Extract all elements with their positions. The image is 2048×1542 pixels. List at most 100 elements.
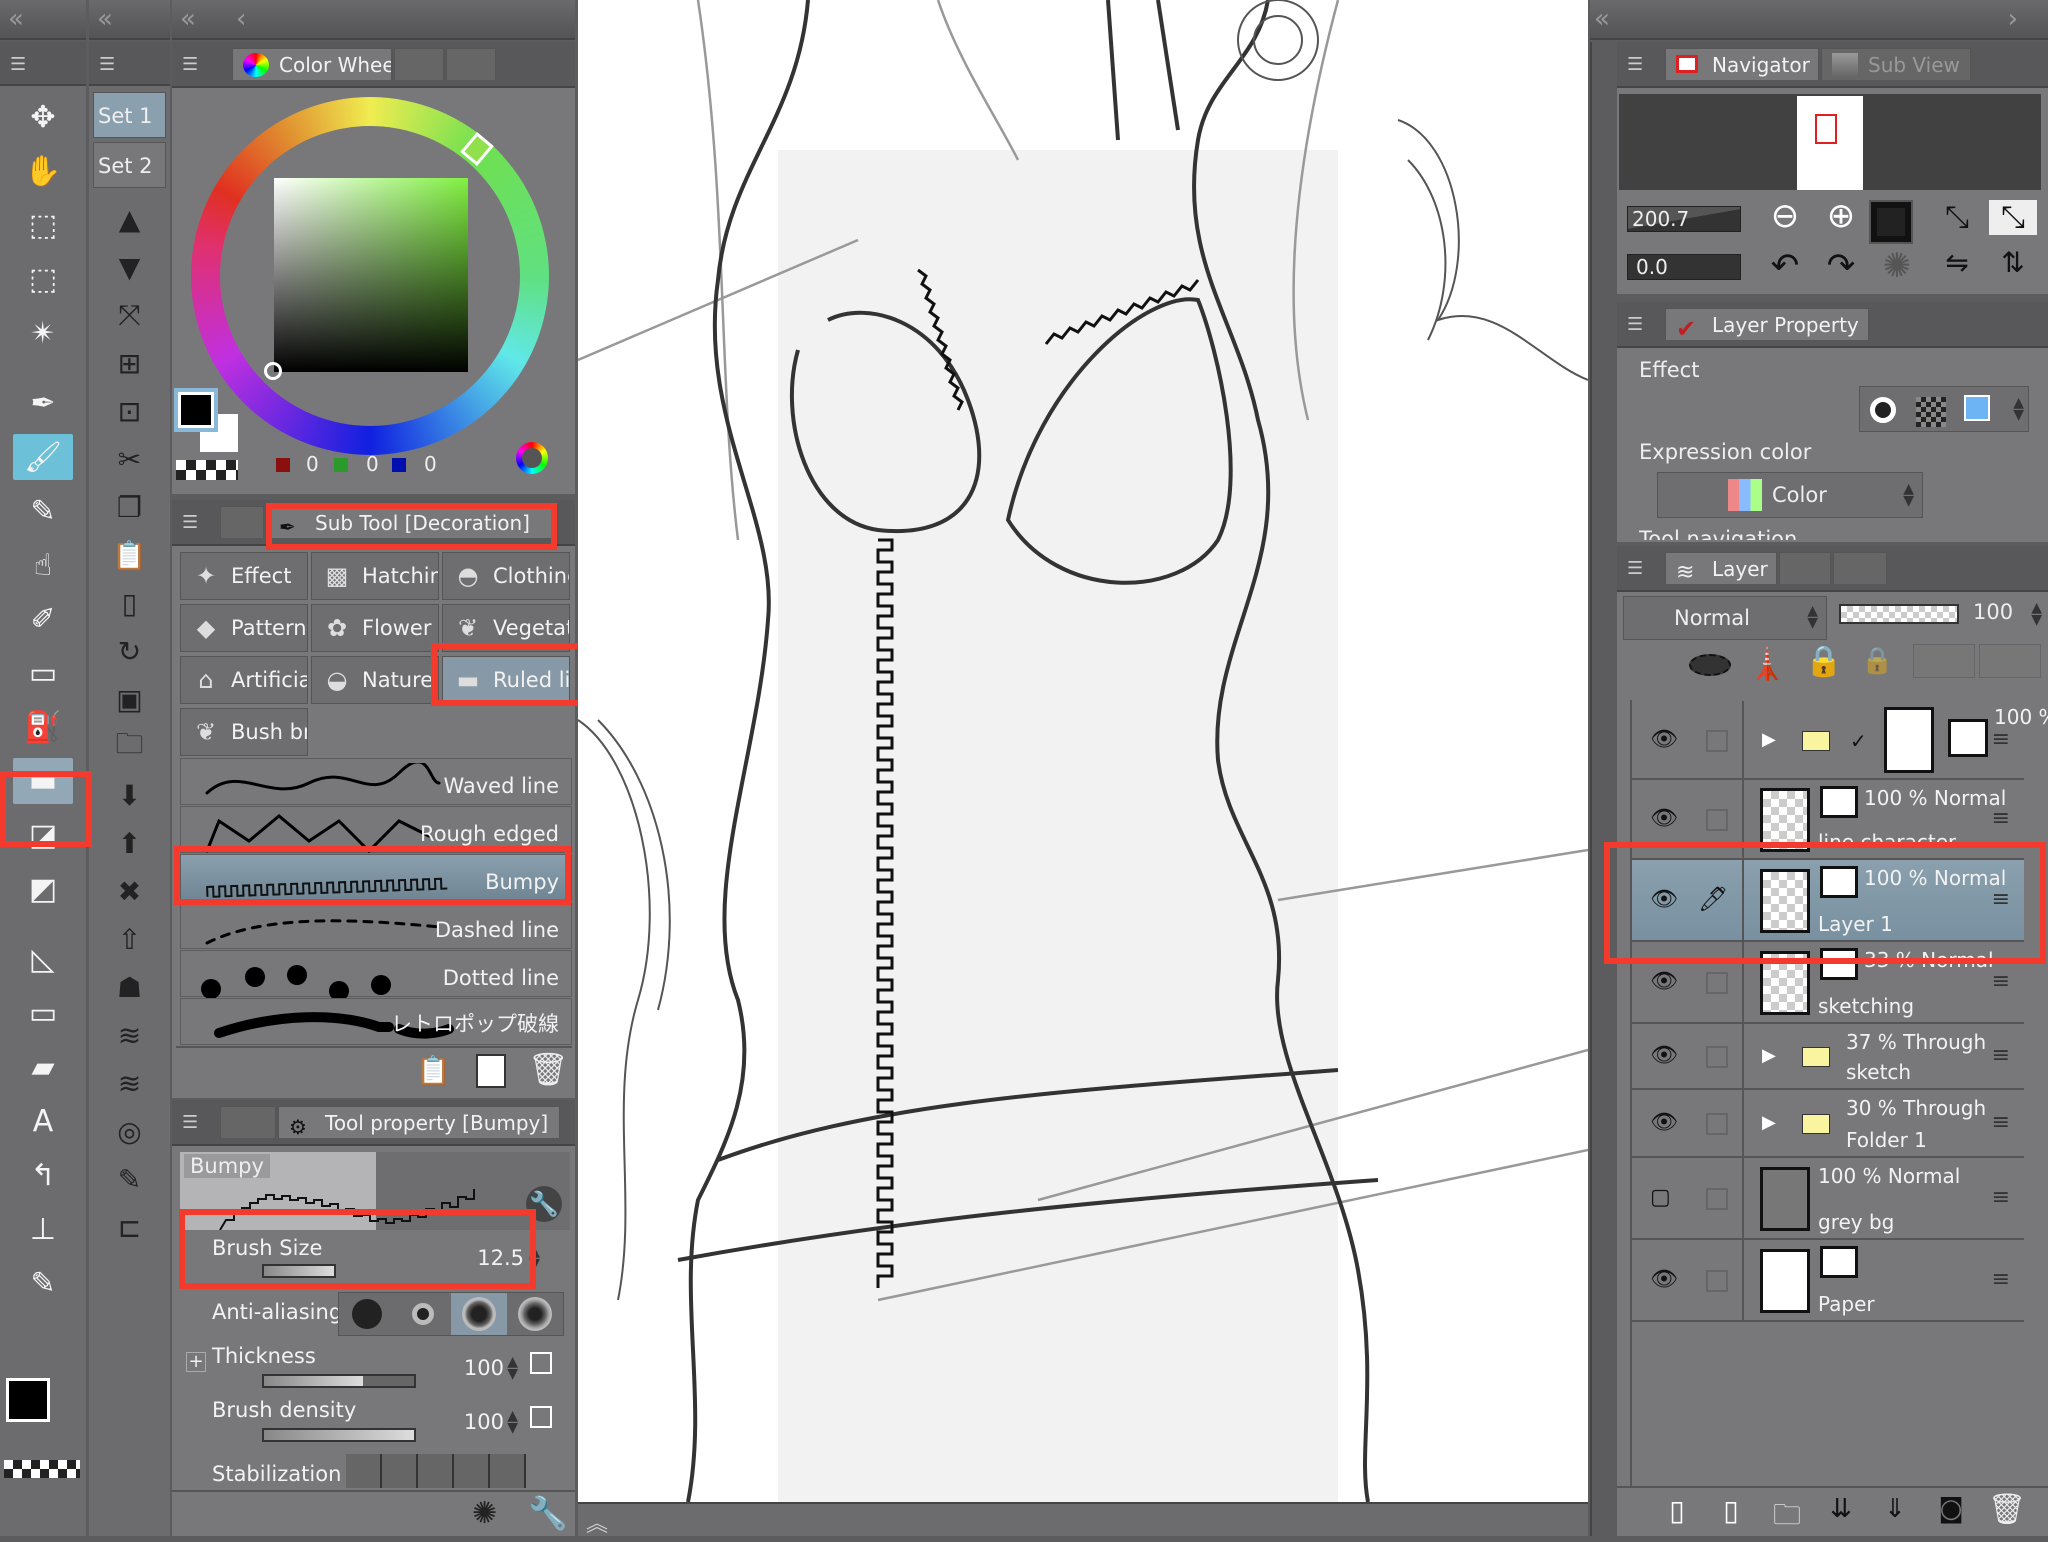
new-vector-layer-icon[interactable]: ▯ xyxy=(1707,1494,1755,1527)
sub-tool-group-bush-brush[interactable]: ❦ Bush brush xyxy=(180,708,308,756)
drag-handle-icon[interactable]: ≡ xyxy=(1992,969,2010,994)
new-raster-layer-icon[interactable]: ▯ xyxy=(1653,1494,1701,1527)
airbrush-icon[interactable]: ✎ xyxy=(13,488,73,534)
pressure-toggle[interactable] xyxy=(530,1406,552,1428)
stabilization-levels[interactable] xyxy=(346,1454,526,1488)
brush-density-row[interactable]: Brush density 100 ▲ ▼ xyxy=(180,1396,552,1448)
menu-icon[interactable]: ☰ xyxy=(182,512,198,533)
copy-sub-tool-icon[interactable]: 📋 xyxy=(416,1054,451,1087)
sub-tool-waved-line[interactable]: Waved line xyxy=(180,758,572,805)
zoom-value[interactable]: 200.7 xyxy=(1632,207,1689,231)
ruler-toggle-button[interactable] xyxy=(1979,644,2041,678)
mask-toggle-button[interactable] xyxy=(1913,644,1975,678)
collapse-icon[interactable]: « xyxy=(1594,4,1610,34)
sub-tool-group-ruled-line[interactable]: ▬ Ruled line xyxy=(442,656,570,704)
distort-icon[interactable]: ⊡ xyxy=(100,388,160,434)
layer-row[interactable]: ▢ 100 % Normal grey bg ≡ xyxy=(1632,1158,2024,1240)
flip-vertical-icon[interactable]: ⇅ xyxy=(1989,246,2037,279)
trash-icon[interactable]: 🗑 xyxy=(1983,1492,2031,1527)
fit-to-screen-icon[interactable]: ⤡ xyxy=(1933,200,1981,235)
spiral-icon[interactable]: ◎ xyxy=(100,1108,160,1154)
menu-icon[interactable]: ☰ xyxy=(1627,54,1643,75)
lock-icon[interactable]: 🔒 xyxy=(1805,644,1842,679)
layer-row[interactable]: 👁 Paper ≡ xyxy=(1632,1240,2024,1322)
spinner-icon[interactable]: ▲ ▼ xyxy=(2013,396,2024,422)
sub-tool-group-pattern[interactable]: ◆ Pattern xyxy=(180,604,308,652)
layer-row[interactable]: 👁 ▶ ✓ 100 %≡ xyxy=(1632,701,2048,780)
ruler-icon[interactable]: ◺ xyxy=(13,936,73,982)
transform-icon[interactable]: ⤧ xyxy=(100,292,160,338)
expand-plus-icon[interactable]: + xyxy=(186,1352,206,1372)
layer-select-checkbox[interactable] xyxy=(1706,1113,1728,1135)
new-sub-tool-icon[interactable] xyxy=(476,1054,506,1088)
rotate-left-icon[interactable]: ↶ xyxy=(1761,246,1809,286)
thickness-value[interactable]: 100 xyxy=(464,1356,504,1380)
layer-row[interactable]: 👁 33 % Normal sketching ≡ xyxy=(1632,942,2024,1024)
tab-layer-property[interactable]: ✔ Layer Property xyxy=(1665,308,1869,340)
spinner-icon[interactable]: ▲ ▼ xyxy=(507,1409,518,1435)
open-folder-icon[interactable]: 🗀 xyxy=(100,724,160,770)
eye-icon[interactable]: 👁 xyxy=(1650,887,1678,912)
eye-icon[interactable]: 👁 xyxy=(1650,806,1678,831)
move-icon[interactable]: ✥ xyxy=(13,94,73,140)
main-color-swatch[interactable] xyxy=(174,388,218,432)
tab-navigator[interactable]: Navigator xyxy=(1665,48,1819,80)
snap-icon[interactable]: ⊏ xyxy=(100,1204,160,1250)
opacity-slider[interactable] xyxy=(1839,604,1959,624)
open-file-icon[interactable]: ↻ xyxy=(100,628,160,674)
eye-icon[interactable]: 👁 xyxy=(1650,1110,1678,1135)
tab-sub-view[interactable]: Sub View xyxy=(1821,48,1971,80)
color-marker[interactable] xyxy=(264,362,282,380)
layer-row[interactable]: 👁 ▶ 37 % Through sketch ≡ xyxy=(1632,1024,2024,1090)
eraser2-icon[interactable]: ◪ xyxy=(13,812,73,858)
mesh-icon[interactable]: ⊞ xyxy=(100,340,160,386)
sub-tool-group-nature[interactable]: ◒ Nature xyxy=(311,656,439,704)
sub-tool-retro-pop-dashed[interactable]: レトロポップ破線 xyxy=(180,998,572,1045)
menu-icon[interactable]: ☰ xyxy=(1627,558,1643,579)
layer-select-checkbox[interactable] xyxy=(1706,1270,1728,1292)
sub-tool-group-hatching[interactable]: ▩ Hatching xyxy=(311,552,439,600)
canvas[interactable] xyxy=(578,0,1588,1502)
new-folder-icon[interactable]: 🗀 xyxy=(1763,1494,1811,1542)
reference-layer-icon[interactable]: 🗼 xyxy=(1747,644,1787,682)
eyedropper-icon[interactable]: ⊥ xyxy=(13,1206,73,1252)
eye-icon[interactable]: 👁 xyxy=(1650,727,1678,752)
color-mode-icon[interactable] xyxy=(516,442,548,474)
pen-icon[interactable]: ✒ xyxy=(13,380,73,426)
drag-handle-icon[interactable]: ≡ xyxy=(1992,887,2010,912)
pressure-toggle[interactable] xyxy=(530,1352,552,1374)
fit-navigator-icon[interactable]: ⤡ xyxy=(1989,200,2037,235)
layers-icon[interactable]: ≋ xyxy=(100,1012,160,1058)
text-icon[interactable]: A xyxy=(13,1098,73,1144)
actual-size-icon[interactable] xyxy=(1869,200,1913,244)
brush-size-value[interactable]: 12.5 xyxy=(477,1246,524,1270)
expand-arrow-icon[interactable]: ▶ xyxy=(1762,1112,1776,1133)
sub-tool-rough-edged[interactable]: Rough edged xyxy=(180,806,572,854)
pipette-icon[interactable]: ✎ xyxy=(13,1260,73,1306)
zoom-in-icon[interactable]: ⊕ xyxy=(1817,196,1865,236)
layer-row[interactable]: 👁 100 % Normal line character ≡ xyxy=(1632,780,2024,860)
zoom-out-icon[interactable]: ⊖ xyxy=(1761,196,1809,236)
mask-icon[interactable]: ◙ xyxy=(1927,1494,1975,1524)
object-select-icon[interactable]: ⬚ xyxy=(13,202,73,248)
reset-icon[interactable]: ✺ xyxy=(472,1496,497,1531)
sub-tool-dashed-line[interactable]: Dashed line xyxy=(180,902,572,949)
menu-icon[interactable]: ☰ xyxy=(182,1112,198,1133)
hand-icon[interactable]: ✋ xyxy=(13,148,73,194)
eye-icon[interactable]: 👁 xyxy=(1650,1267,1678,1292)
eraser-icon[interactable]: ▭ xyxy=(13,650,73,696)
sub-tool-dotted-line[interactable]: Dotted line xyxy=(180,950,572,999)
aa-weak-option[interactable] xyxy=(395,1293,451,1335)
clip-layer-icon[interactable] xyxy=(1689,654,1731,676)
wrench-icon[interactable]: 🔧 xyxy=(526,1186,562,1222)
main-color-swatch[interactable] xyxy=(6,1378,50,1422)
drag-handle-icon[interactable]: ≡ xyxy=(1992,1185,2010,1210)
set-2-tab[interactable]: Set 2 xyxy=(93,142,166,188)
view-area-frame[interactable] xyxy=(1815,114,1837,144)
lock-transparency-icon[interactable]: 🔒 xyxy=(1861,646,1893,676)
menu-icon[interactable]: ☰ xyxy=(10,54,26,75)
aa-none-option[interactable] xyxy=(339,1293,395,1335)
navigator-preview[interactable] xyxy=(1619,94,2041,190)
set-1-tab[interactable]: Set 1 xyxy=(93,92,166,138)
selection-marquee-icon[interactable]: ⬚ xyxy=(13,256,73,302)
